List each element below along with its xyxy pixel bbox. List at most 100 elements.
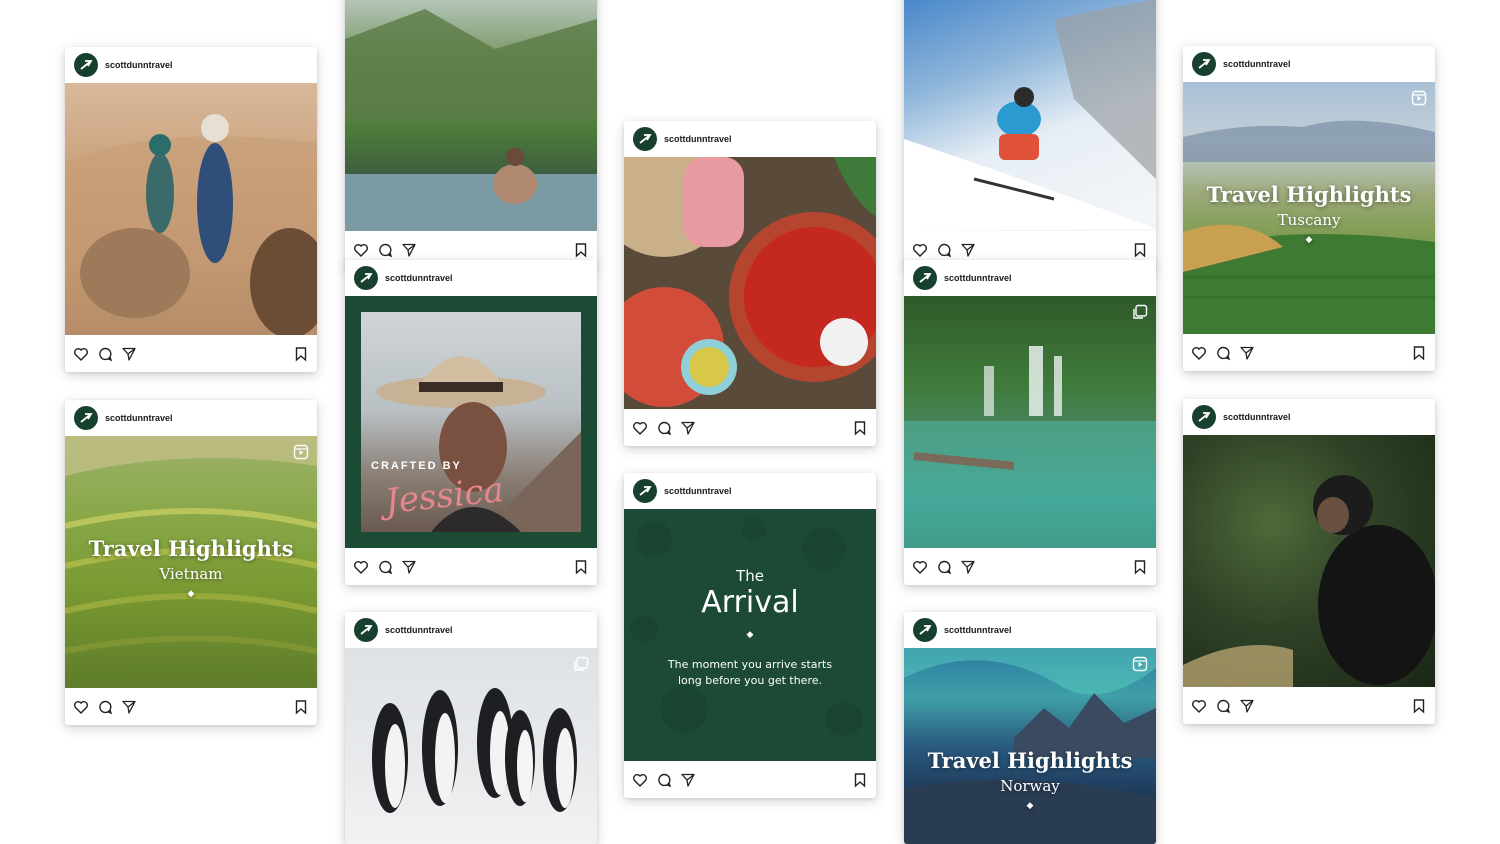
post-image-arrival[interactable]: The Arrival ◆ The moment you arrive star… xyxy=(624,509,876,761)
post-image-vietnam[interactable]: Travel Highlights Vietnam ◆ xyxy=(65,436,317,688)
save-button[interactable] xyxy=(293,699,309,715)
post-actions xyxy=(624,761,876,798)
avatar[interactable] xyxy=(913,618,937,642)
heart-icon xyxy=(354,243,368,257)
comment-button[interactable] xyxy=(97,699,113,715)
post-header: scottdunntravel xyxy=(1183,399,1435,435)
save-button[interactable] xyxy=(852,772,868,788)
comment-button[interactable] xyxy=(1215,345,1231,361)
bookmark-icon xyxy=(854,420,866,436)
comment-button[interactable] xyxy=(1215,698,1231,714)
comment-button[interactable] xyxy=(656,772,672,788)
share-button[interactable] xyxy=(680,420,696,436)
username[interactable]: scottdunntravel xyxy=(105,60,173,70)
save-button[interactable] xyxy=(852,420,868,436)
like-button[interactable] xyxy=(912,559,928,575)
post-header: scottdunntravel xyxy=(345,260,597,296)
comment-button[interactable] xyxy=(377,559,393,575)
username[interactable]: scottdunntravel xyxy=(1223,412,1291,422)
username[interactable]: scottdunntravel xyxy=(944,273,1012,283)
save-button[interactable] xyxy=(293,346,309,362)
like-button[interactable] xyxy=(353,559,369,575)
share-button[interactable] xyxy=(1239,698,1255,714)
comment-button[interactable] xyxy=(377,242,393,258)
like-button[interactable] xyxy=(353,242,369,258)
share-icon xyxy=(961,243,975,257)
brand-logo-icon xyxy=(80,413,93,423)
share-button[interactable] xyxy=(680,772,696,788)
share-button[interactable] xyxy=(960,559,976,575)
save-button[interactable] xyxy=(573,559,589,575)
username[interactable]: scottdunntravel xyxy=(664,486,732,496)
avatar[interactable] xyxy=(633,127,657,151)
comment-button[interactable] xyxy=(936,242,952,258)
post-image-skier[interactable] xyxy=(904,0,1156,231)
like-button[interactable] xyxy=(1191,345,1207,361)
avatar[interactable] xyxy=(1192,52,1216,76)
save-button[interactable] xyxy=(573,242,589,258)
brand-logo-icon xyxy=(1198,412,1211,422)
avatar[interactable] xyxy=(913,266,937,290)
save-button[interactable] xyxy=(1411,698,1427,714)
bookmark-icon xyxy=(575,242,587,258)
highlights-overlay: Travel Highlights Tuscany ◆ xyxy=(1183,182,1435,245)
comment-icon xyxy=(1217,699,1231,713)
avatar[interactable] xyxy=(74,53,98,77)
comment-button[interactable] xyxy=(936,559,952,575)
comment-icon xyxy=(99,700,113,714)
avatar[interactable] xyxy=(74,406,98,430)
heart-icon xyxy=(913,560,927,574)
username[interactable]: scottdunntravel xyxy=(105,413,173,423)
avatar[interactable] xyxy=(354,266,378,290)
post-card-waterfall: scottdunntravel xyxy=(904,260,1156,585)
like-button[interactable] xyxy=(1191,698,1207,714)
share-button[interactable] xyxy=(121,699,137,715)
share-button[interactable] xyxy=(401,242,417,258)
like-button[interactable] xyxy=(912,242,928,258)
post-header: scottdunntravel xyxy=(65,47,317,83)
overlay-title: Travel Highlights xyxy=(927,748,1133,773)
save-button[interactable] xyxy=(1132,559,1148,575)
post-card-vietnam: scottdunntravel Travel Highlights Vietna… xyxy=(65,400,317,725)
heart-icon xyxy=(633,421,647,435)
like-button[interactable] xyxy=(632,772,648,788)
like-button[interactable] xyxy=(73,699,89,715)
post-header: scottdunntravel xyxy=(1183,46,1435,82)
avatar[interactable] xyxy=(633,479,657,503)
post-image-chillies[interactable] xyxy=(624,157,876,409)
post-card-penguins: scottdunntravel xyxy=(345,612,597,844)
username[interactable]: scottdunntravel xyxy=(944,625,1012,635)
like-button[interactable] xyxy=(73,346,89,362)
share-button[interactable] xyxy=(1239,345,1255,361)
comment-button[interactable] xyxy=(656,420,672,436)
comment-button[interactable] xyxy=(97,346,113,362)
save-button[interactable] xyxy=(1132,242,1148,258)
username[interactable]: scottdunntravel xyxy=(664,134,732,144)
post-image-waterfall[interactable] xyxy=(904,296,1156,548)
reel-icon xyxy=(1132,656,1148,672)
post-image-desert[interactable] xyxy=(65,83,317,335)
bookmark-icon xyxy=(1134,559,1146,575)
post-image-chimp[interactable] xyxy=(1183,435,1435,687)
post-image-crafted[interactable]: CRAFTED BY Jessica xyxy=(345,296,597,548)
post-card-pool: scottdunntravel xyxy=(345,0,597,268)
username[interactable]: scottdunntravel xyxy=(1223,59,1291,69)
post-image-norway[interactable]: Travel Highlights Norway ◆ xyxy=(904,648,1156,844)
share-button[interactable] xyxy=(121,346,137,362)
like-button[interactable] xyxy=(632,420,648,436)
save-button[interactable] xyxy=(1411,345,1427,361)
username[interactable]: scottdunntravel xyxy=(385,273,453,283)
bookmark-icon xyxy=(575,559,587,575)
share-button[interactable] xyxy=(401,559,417,575)
avatar[interactable] xyxy=(1192,405,1216,429)
post-image-tuscany[interactable]: Travel Highlights Tuscany ◆ xyxy=(1183,82,1435,334)
post-image-pool[interactable] xyxy=(345,0,597,231)
brand-logo-icon xyxy=(919,273,932,283)
post-image-penguins[interactable] xyxy=(345,648,597,844)
heart-icon xyxy=(913,243,927,257)
username[interactable]: scottdunntravel xyxy=(385,625,453,635)
comment-icon xyxy=(658,773,672,787)
avatar[interactable] xyxy=(354,618,378,642)
post-card-arrival: scottdunntravel The Arrival ◆ The moment… xyxy=(624,473,876,798)
share-button[interactable] xyxy=(960,242,976,258)
